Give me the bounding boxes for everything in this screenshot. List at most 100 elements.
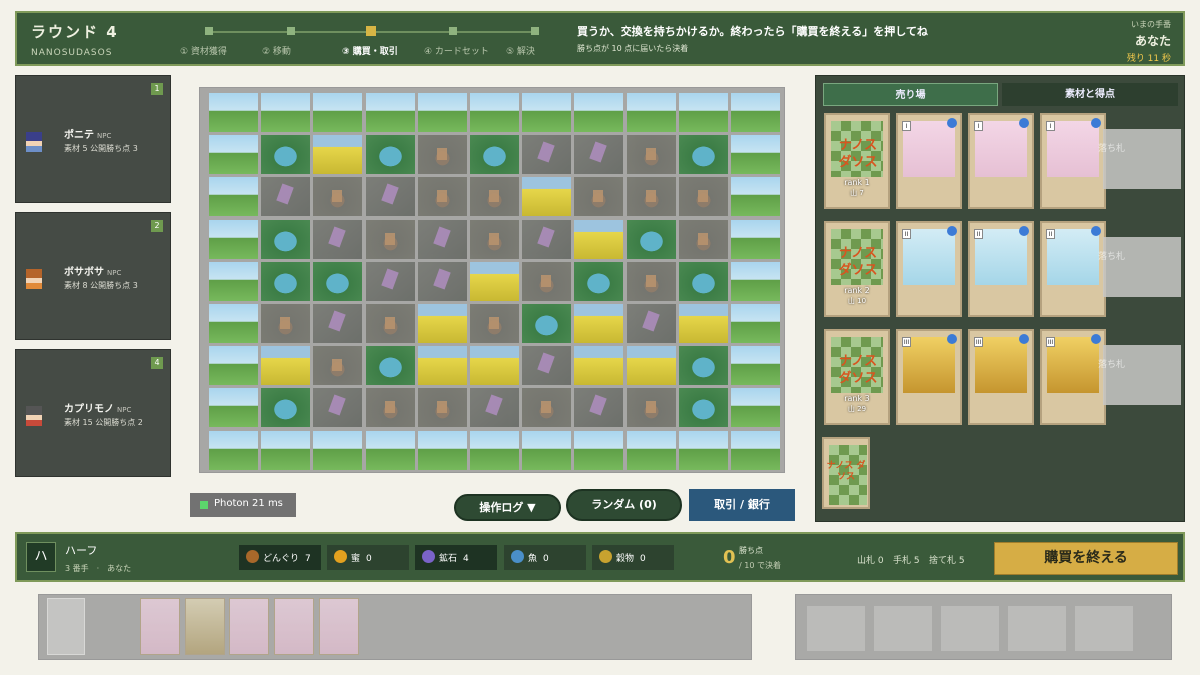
- board-tile-pond[interactable]: [678, 261, 728, 301]
- market-card[interactable]: III: [1040, 329, 1106, 425]
- board-tile-grass[interactable]: [417, 93, 467, 132]
- board-tile-grass[interactable]: [731, 388, 780, 428]
- market-card[interactable]: II: [896, 221, 962, 317]
- board-tile-pond[interactable]: [261, 219, 311, 259]
- market-deck-rank-3[interactable]: ナノス ダソス rank 3 山 29: [824, 329, 890, 425]
- board-tile-pond[interactable]: [522, 304, 572, 343]
- market-card[interactable]: II: [968, 221, 1034, 317]
- board-tile-field[interactable]: [261, 346, 311, 386]
- board-tile-tree[interactable]: [522, 388, 572, 428]
- hand-card[interactable]: [185, 598, 225, 655]
- board-tile-field[interactable]: [574, 346, 624, 386]
- board-tile-grass[interactable]: [731, 93, 780, 132]
- board-tile-field[interactable]: [626, 346, 676, 386]
- trade-bank-button[interactable]: 取引 / 銀行: [689, 489, 795, 521]
- board-tile-pond[interactable]: [678, 388, 728, 428]
- board-tile-grass[interactable]: [731, 219, 780, 259]
- board-tile-pond[interactable]: [365, 346, 415, 386]
- board-tile-crystal[interactable]: [470, 388, 519, 428]
- board-tile-grass[interactable]: [731, 135, 780, 175]
- market-card[interactable]: III: [896, 329, 962, 425]
- tab-materials-score[interactable]: 素材と得点: [1002, 83, 1178, 106]
- board-tile-grass[interactable]: [678, 93, 728, 132]
- board-tile-tree[interactable]: [365, 388, 415, 428]
- board-tile-grass[interactable]: [209, 304, 258, 343]
- board-tile-tree[interactable]: [626, 261, 676, 301]
- board-tile-tree[interactable]: [678, 219, 728, 259]
- board-tile-crystal[interactable]: [522, 346, 572, 386]
- board-tile-tree[interactable]: [365, 304, 415, 343]
- tab-market[interactable]: 売り場: [823, 83, 998, 106]
- board-tile-grass[interactable]: [209, 430, 258, 470]
- board-tile-field[interactable]: [470, 261, 519, 301]
- board-tile-pond[interactable]: [678, 135, 728, 175]
- board-tile-crystal[interactable]: [365, 177, 415, 217]
- board-tile-grass[interactable]: [626, 93, 676, 132]
- market-deck-rank-2[interactable]: ナノス ダソス rank 2 山 10: [824, 221, 890, 317]
- board-tile-grass[interactable]: [209, 135, 258, 175]
- board-tile-tree[interactable]: [470, 177, 519, 217]
- board-tile-crystal[interactable]: [522, 219, 572, 259]
- board-tile-pond[interactable]: [261, 261, 311, 301]
- board-tile-grass[interactable]: [313, 430, 363, 470]
- board-tile-grass[interactable]: [470, 93, 519, 132]
- board-tile-field[interactable]: [574, 304, 624, 343]
- board-tile-grass[interactable]: [522, 430, 572, 470]
- board-tile-grass[interactable]: [209, 346, 258, 386]
- board-tile-grass[interactable]: [470, 430, 519, 470]
- board-tile-tree[interactable]: [626, 177, 676, 217]
- board-tile-field[interactable]: [417, 346, 467, 386]
- board-tile-field[interactable]: [313, 135, 363, 175]
- board-tile-grass[interactable]: [261, 93, 311, 132]
- board-tile-pond[interactable]: [678, 346, 728, 386]
- board-tile-crystal[interactable]: [626, 304, 676, 343]
- hand-card[interactable]: [229, 598, 269, 655]
- board-tile-tree[interactable]: [626, 388, 676, 428]
- board-tile-tree[interactable]: [470, 219, 519, 259]
- board-tile-pond[interactable]: [313, 261, 363, 301]
- board-tile-grass[interactable]: [209, 219, 258, 259]
- board-tile-tree[interactable]: [626, 135, 676, 175]
- player-card-poniteh[interactable]: 1 ポニテ NPC 素材 5 公開勝ち点 3: [15, 75, 171, 203]
- board-tile-crystal[interactable]: [574, 388, 624, 428]
- board-tile-field[interactable]: [470, 346, 519, 386]
- end-purchase-button[interactable]: 購買を終える: [994, 542, 1178, 575]
- board-tile-tree[interactable]: [417, 388, 467, 428]
- board-tile-crystal[interactable]: [574, 135, 624, 175]
- hand-card[interactable]: [319, 598, 359, 655]
- board-tile-tree[interactable]: [365, 219, 415, 259]
- board-tile-tree[interactable]: [678, 177, 728, 217]
- board-tile-pond[interactable]: [261, 388, 311, 428]
- board-tile-grass[interactable]: [574, 430, 624, 470]
- board-tile-crystal[interactable]: [417, 261, 467, 301]
- board-tile-grass[interactable]: [731, 304, 780, 343]
- market-card[interactable]: I: [968, 113, 1034, 209]
- hand-card[interactable]: [140, 598, 180, 655]
- board-tile-grass[interactable]: [731, 261, 780, 301]
- board-tile-field[interactable]: [522, 177, 572, 217]
- board-tile-grass[interactable]: [678, 430, 728, 470]
- board-tile-field[interactable]: [417, 304, 467, 343]
- board-tile-grass[interactable]: [522, 93, 572, 132]
- market-deck-rank-1[interactable]: ナノス ダソス rank 1 山 7: [824, 113, 890, 209]
- board-tile-tree[interactable]: [470, 304, 519, 343]
- board-tile-grass[interactable]: [731, 177, 780, 217]
- board-tile-grass[interactable]: [365, 430, 415, 470]
- small-deck[interactable]: ナノス ダソス: [822, 437, 870, 509]
- board-tile-pond[interactable]: [261, 135, 311, 175]
- board-tile-field[interactable]: [574, 219, 624, 259]
- board-tile-crystal[interactable]: [313, 219, 363, 259]
- board-tile-grass[interactable]: [209, 177, 258, 217]
- hand-card[interactable]: [274, 598, 314, 655]
- board-tile-field[interactable]: [678, 304, 728, 343]
- board-tile-tree[interactable]: [417, 177, 467, 217]
- board-tile-grass[interactable]: [574, 93, 624, 132]
- board-tile-grass[interactable]: [209, 388, 258, 428]
- market-card[interactable]: III: [968, 329, 1034, 425]
- board-tile-pond[interactable]: [365, 135, 415, 175]
- log-button[interactable]: 操作ログ ▼: [454, 494, 561, 521]
- board-tile-grass[interactable]: [417, 430, 467, 470]
- board-tile-tree[interactable]: [522, 261, 572, 301]
- board-tile-crystal[interactable]: [313, 304, 363, 343]
- board-tile-grass[interactable]: [731, 430, 780, 470]
